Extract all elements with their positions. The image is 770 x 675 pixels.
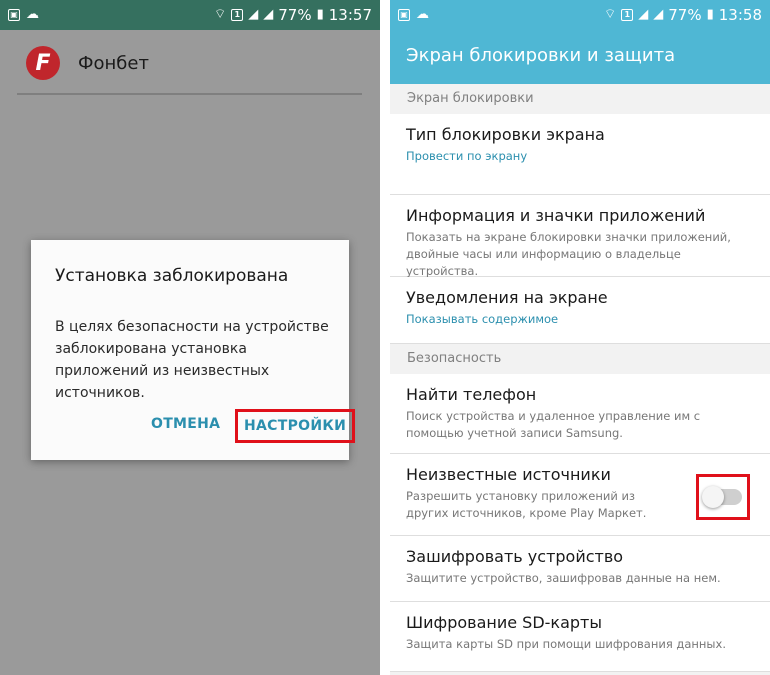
signal-icon: ◢ — [653, 7, 664, 22]
setting-description: Разрешить установку приложений из других… — [406, 489, 647, 520]
setting-unknown-sources[interactable]: Неизвестные источники Разрешить установк… — [390, 454, 770, 536]
screen-separator — [380, 0, 390, 675]
setting-description: Поиск устройства и удаленное управление … — [406, 409, 701, 440]
setting-find-my-phone[interactable]: Найти телефон Поиск устройства и удаленн… — [390, 374, 770, 454]
battery-percent: 77% — [278, 6, 312, 24]
setting-title: Тип блокировки экрана — [406, 125, 605, 144]
setting-title: Найти телефон — [406, 385, 537, 404]
cancel-button[interactable]: ОТМЕНА — [151, 416, 220, 432]
app-name: Фонбет — [78, 52, 149, 74]
setting-title: Зашифровать устройство — [406, 547, 624, 566]
toggle-highlight — [696, 474, 750, 520]
image-icon: ▣ — [8, 9, 20, 21]
signal-icon: ◢ — [263, 7, 274, 22]
right-phone-screen: ▣ ☁ ⌔ 1 ◢ ◢ 77% ▮ 13:58 Экран блокировки… — [390, 0, 770, 675]
setting-screen-lock-type[interactable]: Тип блокировки экрана Провести по экрану — [390, 114, 770, 195]
battery-percent: 77% — [668, 6, 702, 24]
signal-icon: ◢ — [638, 7, 649, 22]
status-time: 13:58 — [718, 6, 762, 24]
image-icon: ▣ — [398, 9, 410, 21]
weather-icon: ☁ — [26, 7, 39, 22]
setting-title: Информация и значки приложений — [406, 206, 706, 225]
battery-icon: ▮ — [316, 7, 324, 22]
app-header: F Фонбет — [26, 46, 149, 80]
weather-icon: ☁ — [416, 7, 429, 22]
signal-icon: ◢ — [248, 7, 259, 22]
setting-description: Показать на экране блокировки значки при… — [406, 230, 731, 278]
fonbet-logo-icon: F — [26, 46, 60, 80]
page-title: Экран блокировки и защита — [390, 30, 770, 84]
settings-button[interactable]: НАСТРОЙКИ — [235, 409, 356, 443]
status-bar: ▣ ☁ ⌔ 1 ◢ ◢ 77% ▮ 13:58 — [390, 0, 770, 30]
toggle-knob — [702, 486, 724, 508]
setting-description: Защита карты SD при помощи шифрования да… — [406, 637, 726, 651]
setting-info-and-app-icons[interactable]: Информация и значки приложений Показать … — [390, 195, 770, 278]
sim-icon: 1 — [621, 9, 634, 21]
left-phone-screen: ▣ ☁ ⌔ 1 ◢ ◢ 77% ▮ 13:57 F Фонбет Установ… — [0, 0, 380, 675]
status-bar: ▣ ☁ ⌔ 1 ◢ ◢ 77% ▮ 13:57 — [0, 0, 380, 30]
wifi-icon: ⌔ — [604, 7, 617, 22]
section-header-security: Безопасность — [390, 344, 770, 374]
setting-value: Показывать содержимое — [406, 312, 559, 326]
status-time: 13:57 — [328, 6, 372, 24]
settings-list: Экран блокировки Тип блокировки экрана П… — [390, 84, 770, 672]
setting-value: Провести по экрану — [406, 149, 528, 163]
setting-notifications-on-screen[interactable]: Уведомления на экране Показывать содержи… — [390, 277, 770, 344]
dialog-message: В целях безопасности на устройстве забло… — [55, 319, 329, 401]
setting-title: Шифрование SD-карты — [406, 613, 602, 632]
battery-icon: ▮ — [706, 7, 714, 22]
section-header-lock-screen: Экран блокировки — [390, 84, 770, 114]
setting-title: Уведомления на экране — [406, 288, 608, 307]
wifi-icon: ⌔ — [214, 7, 227, 22]
setting-description: Защитите устройство, зашифровав данные н… — [406, 571, 721, 585]
setting-encrypt-device[interactable]: Зашифровать устройство Защитите устройст… — [390, 536, 770, 602]
dialog-title: Установка заблокирована — [55, 266, 289, 286]
sim-icon: 1 — [231, 9, 244, 21]
setting-sd-card-encryption[interactable]: Шифрование SD-карты Защита карты SD при … — [390, 602, 770, 672]
unknown-sources-toggle[interactable] — [702, 486, 742, 508]
install-blocked-dialog: Установка заблокирована В целях безопасн… — [31, 240, 356, 460]
header-divider — [17, 93, 362, 95]
